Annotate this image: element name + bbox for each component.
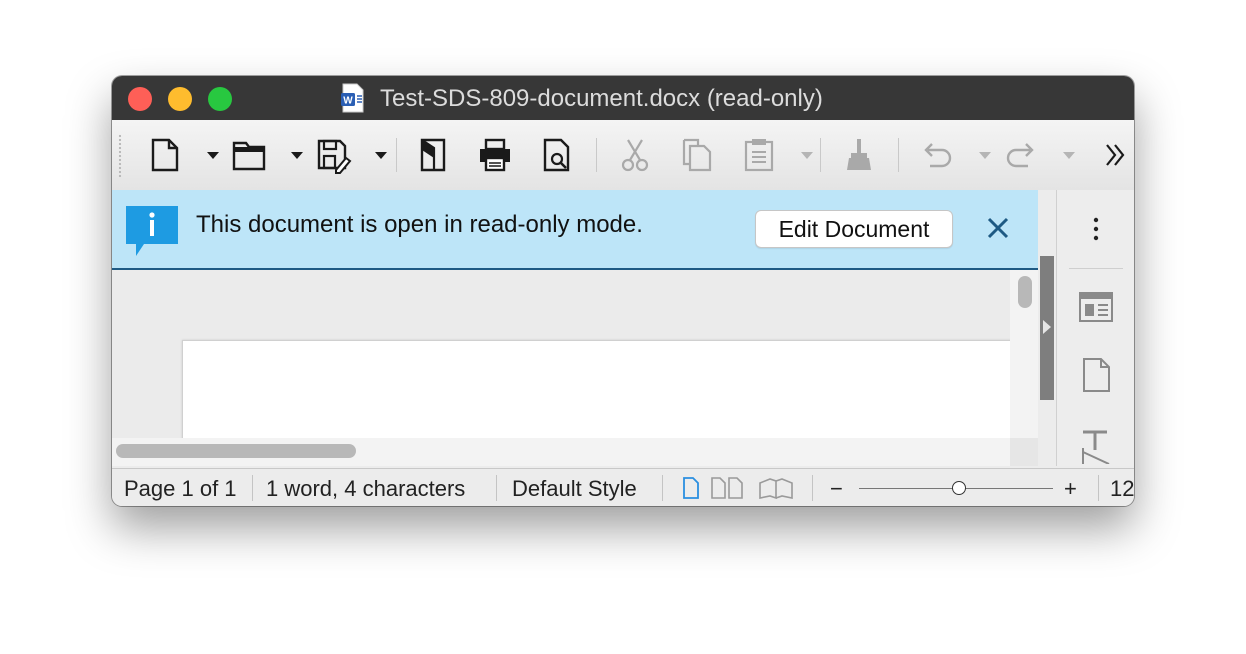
infobar-message: This document is open in read-only mode. (196, 211, 643, 238)
scissors-icon[interactable] (614, 134, 656, 176)
toolbar-grip-handle[interactable] (118, 134, 122, 178)
status-separator (496, 475, 497, 501)
vertical-scrollbar-thumb[interactable] (1018, 276, 1032, 308)
page-icon[interactable] (1077, 356, 1115, 394)
copy-icon[interactable] (676, 134, 718, 176)
document-canvas[interactable] (112, 270, 1038, 466)
minimize-window-button[interactable] (168, 87, 192, 111)
styles-icon[interactable] (1077, 426, 1115, 465)
save-dropdown-arrow-icon[interactable] (360, 134, 390, 176)
single-page-view-icon[interactable] (682, 477, 700, 505)
svg-text:W: W (343, 96, 353, 107)
book-view-icon[interactable] (758, 477, 794, 505)
folder-icon[interactable] (228, 134, 270, 176)
properties-panel-icon[interactable] (1077, 288, 1115, 326)
zoom-in-button[interactable]: + (1064, 476, 1077, 502)
zoom-out-button[interactable]: − (830, 476, 843, 502)
word-document-icon: W (341, 83, 365, 113)
standard-toolbar (112, 120, 1134, 190)
undo-dropdown-arrow-icon[interactable] (964, 134, 994, 176)
zoom-percentage[interactable]: 12 (1110, 476, 1134, 502)
paintbrush-icon[interactable] (838, 134, 880, 176)
status-separator (812, 475, 813, 501)
edit-document-button[interactable]: Edit Document (755, 210, 953, 248)
redo-icon[interactable] (1000, 134, 1042, 176)
word-count[interactable]: 1 word, 4 characters (266, 476, 465, 502)
open-dropdown-arrow-icon[interactable] (276, 134, 306, 176)
app-window: W Test-SDS-809-document.docx (read-only) (112, 76, 1134, 506)
page-count[interactable]: Page 1 of 1 (124, 476, 237, 502)
paste-dropdown-arrow-icon[interactable] (786, 134, 816, 176)
info-icon (124, 204, 180, 258)
sidebar-deck (1056, 190, 1134, 466)
toolbar-separator (898, 138, 899, 172)
save-edit-icon[interactable] (312, 134, 354, 176)
status-bar: Page 1 of 1 1 word, 4 characters Default… (112, 468, 1134, 506)
sidebar-separator (1069, 268, 1123, 269)
read-only-infobar: This document is open in read-only mode.… (112, 190, 1038, 270)
toolbar-separator (596, 138, 597, 172)
title-bar: W Test-SDS-809-document.docx (read-only) (112, 76, 1134, 120)
new-page-icon[interactable] (144, 134, 186, 176)
double-chevron-right-icon[interactable] (1094, 134, 1130, 176)
redo-dropdown-arrow-icon[interactable] (1048, 134, 1078, 176)
horizontal-scrollbar-thumb[interactable] (116, 444, 356, 458)
toolbar-separator (396, 138, 397, 172)
chevron-right-icon (1043, 320, 1051, 334)
undo-icon[interactable] (916, 134, 958, 176)
multi-page-view-icon[interactable] (710, 477, 748, 505)
status-separator (662, 475, 663, 501)
close-infobar-icon[interactable] (986, 216, 1010, 245)
vertical-ellipsis-icon[interactable] (1077, 210, 1115, 248)
zoom-window-button[interactable] (208, 87, 232, 111)
status-separator (252, 475, 253, 501)
clipboard-icon[interactable] (738, 134, 780, 176)
printer-icon[interactable] (474, 134, 516, 176)
close-window-button[interactable] (128, 87, 152, 111)
toolbar-separator (820, 138, 821, 172)
zoom-slider-knob[interactable] (952, 481, 966, 495)
export-pdf-icon[interactable] (412, 134, 454, 176)
status-separator (1098, 475, 1099, 501)
new-dropdown-arrow-icon[interactable] (192, 134, 222, 176)
window-title: Test-SDS-809-document.docx (read-only) (380, 85, 823, 112)
page-style[interactable]: Default Style (512, 476, 637, 502)
scrollbar-corner (1010, 438, 1038, 466)
print-preview-icon[interactable] (536, 134, 578, 176)
